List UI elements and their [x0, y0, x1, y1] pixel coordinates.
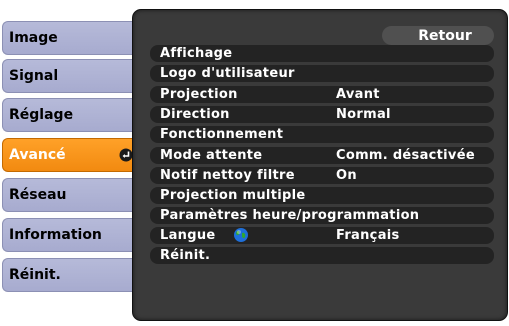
- menu-label: Fonctionnement: [160, 127, 284, 142]
- category-sidebar: Image Signal Réglage Avancé Réseau Infor…: [0, 0, 140, 326]
- sidebar-item-label: Réglage: [9, 107, 74, 123]
- menu-label: Projection: [160, 87, 238, 102]
- menu-label: Logo d'utilisateur: [160, 66, 295, 81]
- menu-value-langue: Français: [336, 228, 400, 243]
- menu-label: Projection multiple: [160, 188, 306, 203]
- sidebar-item-signal[interactable]: Signal: [2, 59, 139, 93]
- sidebar-item-reinit[interactable]: Réinit.: [2, 258, 139, 292]
- sidebar-item-image[interactable]: Image: [2, 21, 139, 55]
- sidebar-item-reseau[interactable]: Réseau: [2, 178, 139, 212]
- sidebar-item-label: Signal: [9, 68, 59, 84]
- sidebar-item-label: Information: [9, 227, 102, 243]
- menu-value-notif-filtre: On: [336, 168, 357, 183]
- menu-label: Mode attente: [160, 148, 263, 163]
- back-button-label: Retour: [418, 27, 472, 44]
- sidebar-item-label: Réinit.: [9, 267, 61, 283]
- menu-label: Paramètres heure/programmation: [160, 208, 420, 223]
- menu-label: Direction: [160, 107, 230, 122]
- menu-value-direction: Normal: [336, 107, 391, 122]
- sidebar-item-label: Réseau: [9, 187, 67, 203]
- sidebar-item-avance[interactable]: Avancé: [2, 138, 139, 172]
- enter-icon: [119, 148, 133, 162]
- sidebar-item-reglage[interactable]: Réglage: [2, 98, 139, 132]
- sidebar-item-information[interactable]: Information: [2, 218, 139, 252]
- menu-label: Langue: [160, 228, 216, 243]
- sidebar-item-label: Image: [9, 30, 58, 46]
- menu-label: Réinit.: [160, 248, 211, 263]
- sidebar-item-label: Avancé: [9, 147, 66, 163]
- menu-value-projection: Avant: [336, 87, 380, 102]
- back-button[interactable]: Retour: [382, 26, 494, 45]
- menu-label: Affichage: [160, 46, 233, 61]
- menu-label: Notif nettoy filtre: [160, 168, 295, 183]
- globe-icon: [234, 228, 248, 242]
- menu-value-mode-attente: Comm. désactivée: [336, 148, 475, 163]
